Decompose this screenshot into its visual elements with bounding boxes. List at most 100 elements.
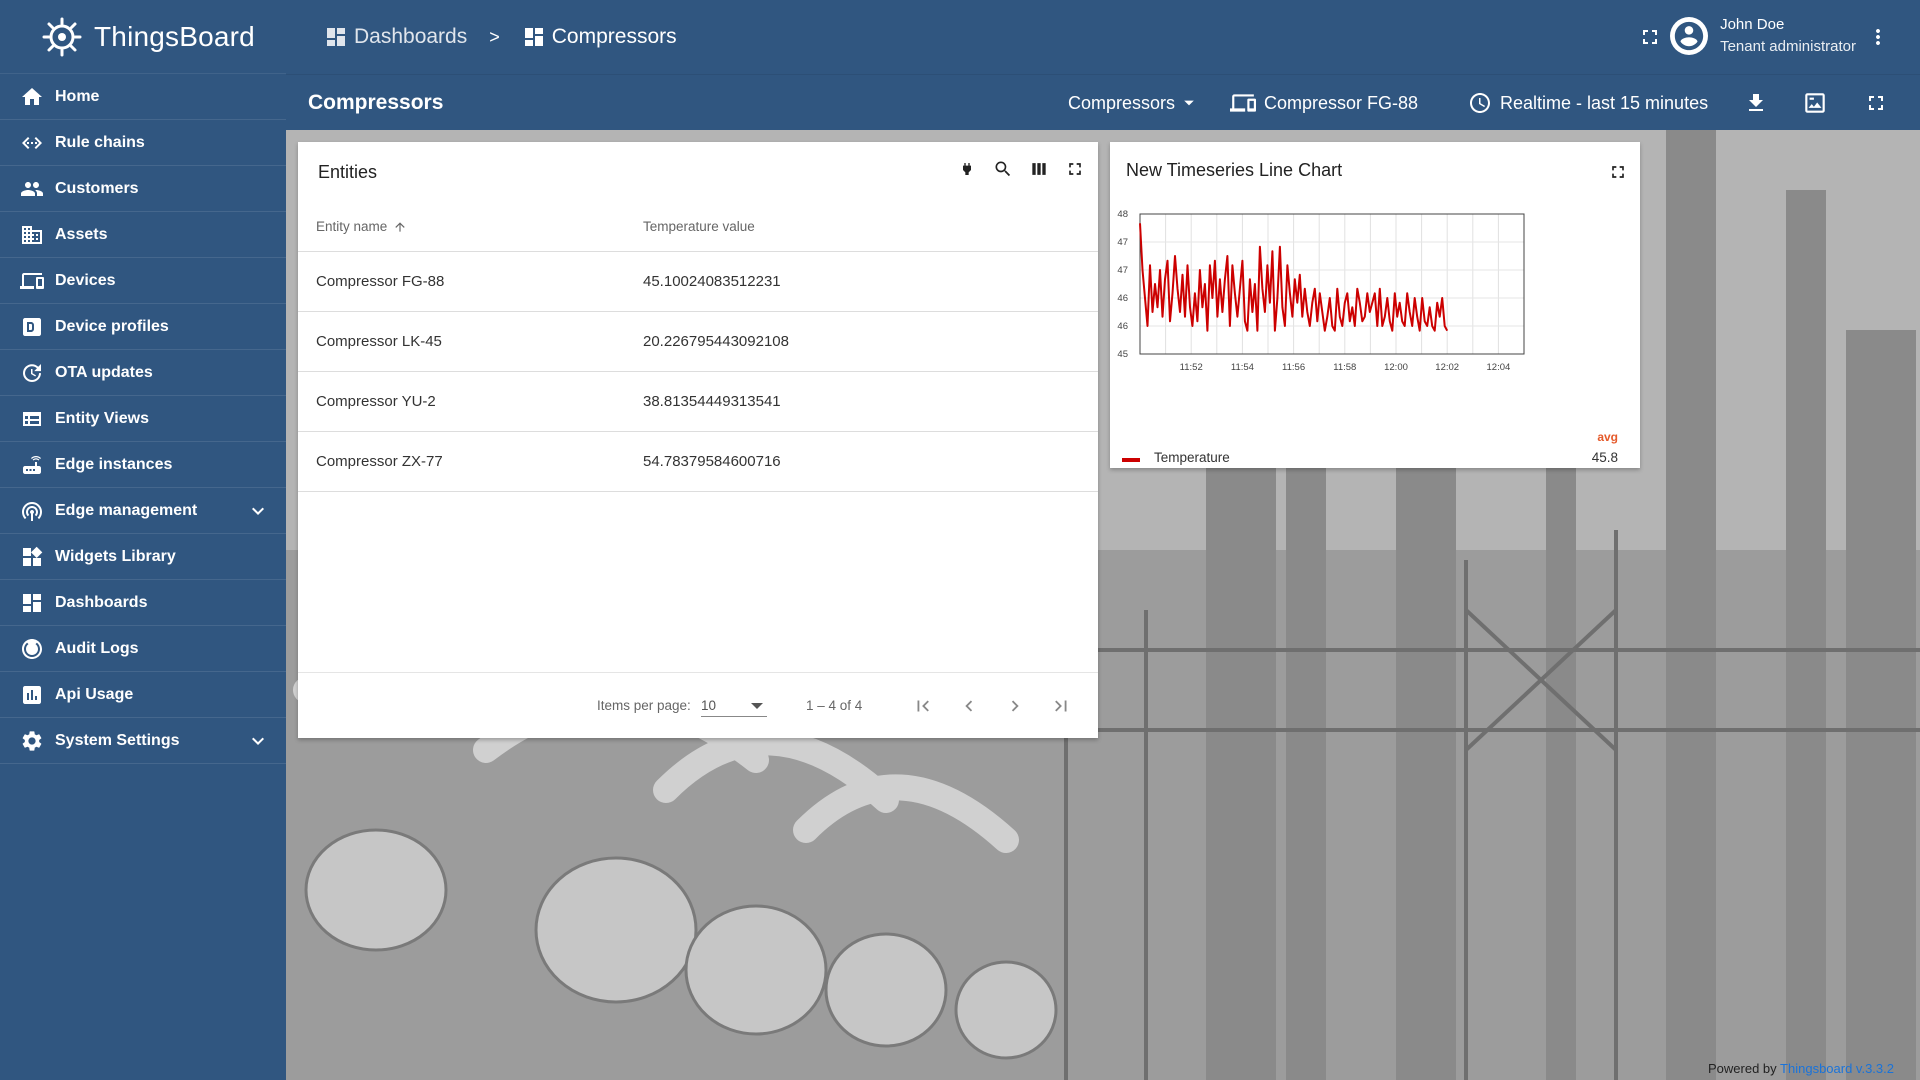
- breadcrumb-separator: >: [489, 26, 500, 47]
- y-tick-label: 47: [1117, 265, 1128, 276]
- clock-icon: [1470, 93, 1490, 113]
- chevron-down-icon[interactable]: [246, 729, 270, 753]
- sidebar-item-label: Api Usage: [55, 685, 134, 703]
- device-profiles-icon: [23, 317, 41, 336]
- timeseries-chart-widget: New Timeseries Line Chart 48 47 47 46 46 45 11…: [1110, 142, 1640, 468]
- sidebar-item-label: Dashboards: [55, 593, 148, 611]
- table-row[interactable]: Compressor ZX-77 54.78379584600716: [298, 432, 1098, 492]
- dashboard-canvas: Entities Entity name Temperature value C: [286, 130, 1920, 1080]
- sidebar-item-dashboards[interactable]: Dashboards: [0, 580, 286, 626]
- legend-series-name[interactable]: Temperature: [1154, 450, 1230, 465]
- fullscreen-icon[interactable]: [1638, 25, 1662, 54]
- sidebar-item-label: System Settings: [55, 731, 180, 749]
- state-select[interactable]: Compressors: [1068, 75, 1195, 131]
- y-tick-label: 46: [1117, 293, 1128, 304]
- sidebar: ThingsBoard Home Rule chains Customers Asse…: [0, 0, 286, 1080]
- sidebar-item-assets[interactable]: Assets: [0, 212, 286, 258]
- dropdown-arrow-icon: [751, 703, 763, 709]
- columns-icon[interactable]: [1028, 158, 1050, 180]
- table-header: Entity name Temperature value: [298, 198, 1098, 252]
- table-row[interactable]: Compressor FG-88 45.10024083512231: [298, 252, 1098, 312]
- sidebar-item-widgets-library[interactable]: Widgets Library: [0, 534, 286, 580]
- export-image-icon[interactable]: [1802, 75, 1828, 131]
- sidebar-item-ota-updates[interactable]: OTA updates: [0, 350, 286, 396]
- dashboard-fullscreen-icon[interactable]: [1864, 75, 1888, 131]
- timewindow-button[interactable]: Realtime - last 15 minutes: [1468, 75, 1708, 131]
- sidebar-item-label: Edge management: [55, 501, 198, 519]
- sidebar-item-devices[interactable]: Devices: [0, 258, 286, 304]
- entity-views-icon: [23, 411, 41, 426]
- sidebar-item-system-settings[interactable]: System Settings: [0, 718, 286, 764]
- entity-alias-select[interactable]: Compressor FG-88: [1230, 75, 1418, 131]
- column-header-temperature[interactable]: Temperature value: [643, 219, 755, 234]
- breadcrumb-compressors[interactable]: Compressors: [522, 25, 677, 49]
- x-tick-label: 12:02: [1435, 362, 1459, 373]
- legend-series-swatch: [1122, 458, 1140, 462]
- version-link[interactable]: Thingsboard v.3.3.2: [1780, 1061, 1894, 1076]
- paginator: Items per page: 10 1 – 4 of 4: [298, 672, 1098, 738]
- assets-icon: [22, 225, 42, 244]
- fullscreen-icon[interactable]: [1608, 162, 1628, 187]
- api-usage-icon: [23, 685, 41, 704]
- more-vert-icon[interactable]: [1866, 25, 1890, 54]
- customers-icon: [21, 181, 43, 196]
- avatar: [1670, 17, 1709, 55]
- next-page-icon[interactable]: [1000, 691, 1030, 721]
- devices-icon: [20, 272, 44, 289]
- sidebar-item-edge-instances[interactable]: Edge instances: [0, 442, 286, 488]
- first-page-icon[interactable]: [908, 691, 938, 721]
- sidebar-item-label: Home: [55, 87, 100, 105]
- y-tick-label: 48: [1117, 209, 1128, 220]
- table-row[interactable]: Compressor LK-45 20.226795443092108: [298, 312, 1098, 372]
- edge-management-icon: [22, 501, 42, 521]
- breadcrumb-dashboards[interactable]: Dashboards: [324, 25, 467, 49]
- widget-title: Entities: [318, 162, 378, 182]
- y-tick-label: 46: [1117, 321, 1128, 332]
- settings-icon: [22, 730, 42, 751]
- sidebar-item-rule-chains[interactable]: Rule chains: [0, 120, 286, 166]
- thingsboard-logo-icon: [42, 17, 82, 56]
- x-tick-label: 11:58: [1333, 362, 1356, 373]
- items-per-page-label: Items per page:: [597, 698, 691, 713]
- sidebar-item-label: Devices: [55, 271, 116, 289]
- user-name: John Doe: [1720, 16, 1785, 33]
- ota-icon: [23, 363, 41, 382]
- plug-icon[interactable]: [956, 158, 978, 180]
- sidebar-item-entity-views[interactable]: Entity Views: [0, 396, 286, 442]
- sidebar-item-device-profiles[interactable]: Device profiles: [0, 304, 286, 350]
- x-tick-label: 11:54: [1231, 362, 1254, 373]
- sidebar-item-edge-management[interactable]: Edge management: [0, 488, 286, 534]
- sidebar-item-home[interactable]: Home: [0, 74, 286, 120]
- sidebar-item-label: Assets: [55, 225, 108, 243]
- download-icon[interactable]: [1744, 75, 1768, 131]
- x-tick-label: 12:00: [1384, 362, 1408, 373]
- fullscreen-icon[interactable]: [1064, 158, 1086, 180]
- search-icon[interactable]: [992, 158, 1014, 180]
- x-tick-label: 11:52: [1180, 362, 1203, 373]
- top-bar: Dashboards > Compressors John Doe Tenant…: [286, 0, 1920, 74]
- column-header-entity-name[interactable]: Entity name: [316, 219, 407, 234]
- rule-chains-icon: [22, 136, 42, 149]
- chevron-down-icon[interactable]: [246, 499, 270, 523]
- app-logo[interactable]: ThingsBoard: [0, 0, 286, 74]
- x-tick-label: 12:04: [1487, 362, 1511, 373]
- previous-page-icon[interactable]: [954, 691, 984, 721]
- user-menu[interactable]: John Doe Tenant administrator: [1670, 14, 1856, 58]
- sidebar-item-label: Audit Logs: [55, 639, 139, 657]
- sidebar-item-api-usage[interactable]: Api Usage: [0, 672, 286, 718]
- sidebar-item-label: Rule chains: [55, 133, 145, 151]
- account-icon: [1674, 21, 1704, 51]
- widget-title: New Timeseries Line Chart: [1126, 160, 1343, 180]
- table-row[interactable]: Compressor YU-2 38.81354449313541: [298, 372, 1098, 432]
- sidebar-item-customers[interactable]: Customers: [0, 166, 286, 212]
- dashboard-icon: [524, 28, 543, 46]
- sidebar-item-audit-logs[interactable]: Audit Logs: [0, 626, 286, 672]
- plot-area: [1140, 214, 1524, 354]
- items-per-page-select[interactable]: 10: [701, 695, 767, 717]
- dropdown-arrow-icon: [1184, 100, 1194, 106]
- last-page-icon[interactable]: [1046, 691, 1076, 721]
- dashboards-icon: [23, 593, 41, 612]
- x-tick-label: 11:56: [1282, 362, 1305, 373]
- dashboards-icon: [327, 28, 345, 46]
- user-role: Tenant administrator: [1720, 38, 1856, 55]
